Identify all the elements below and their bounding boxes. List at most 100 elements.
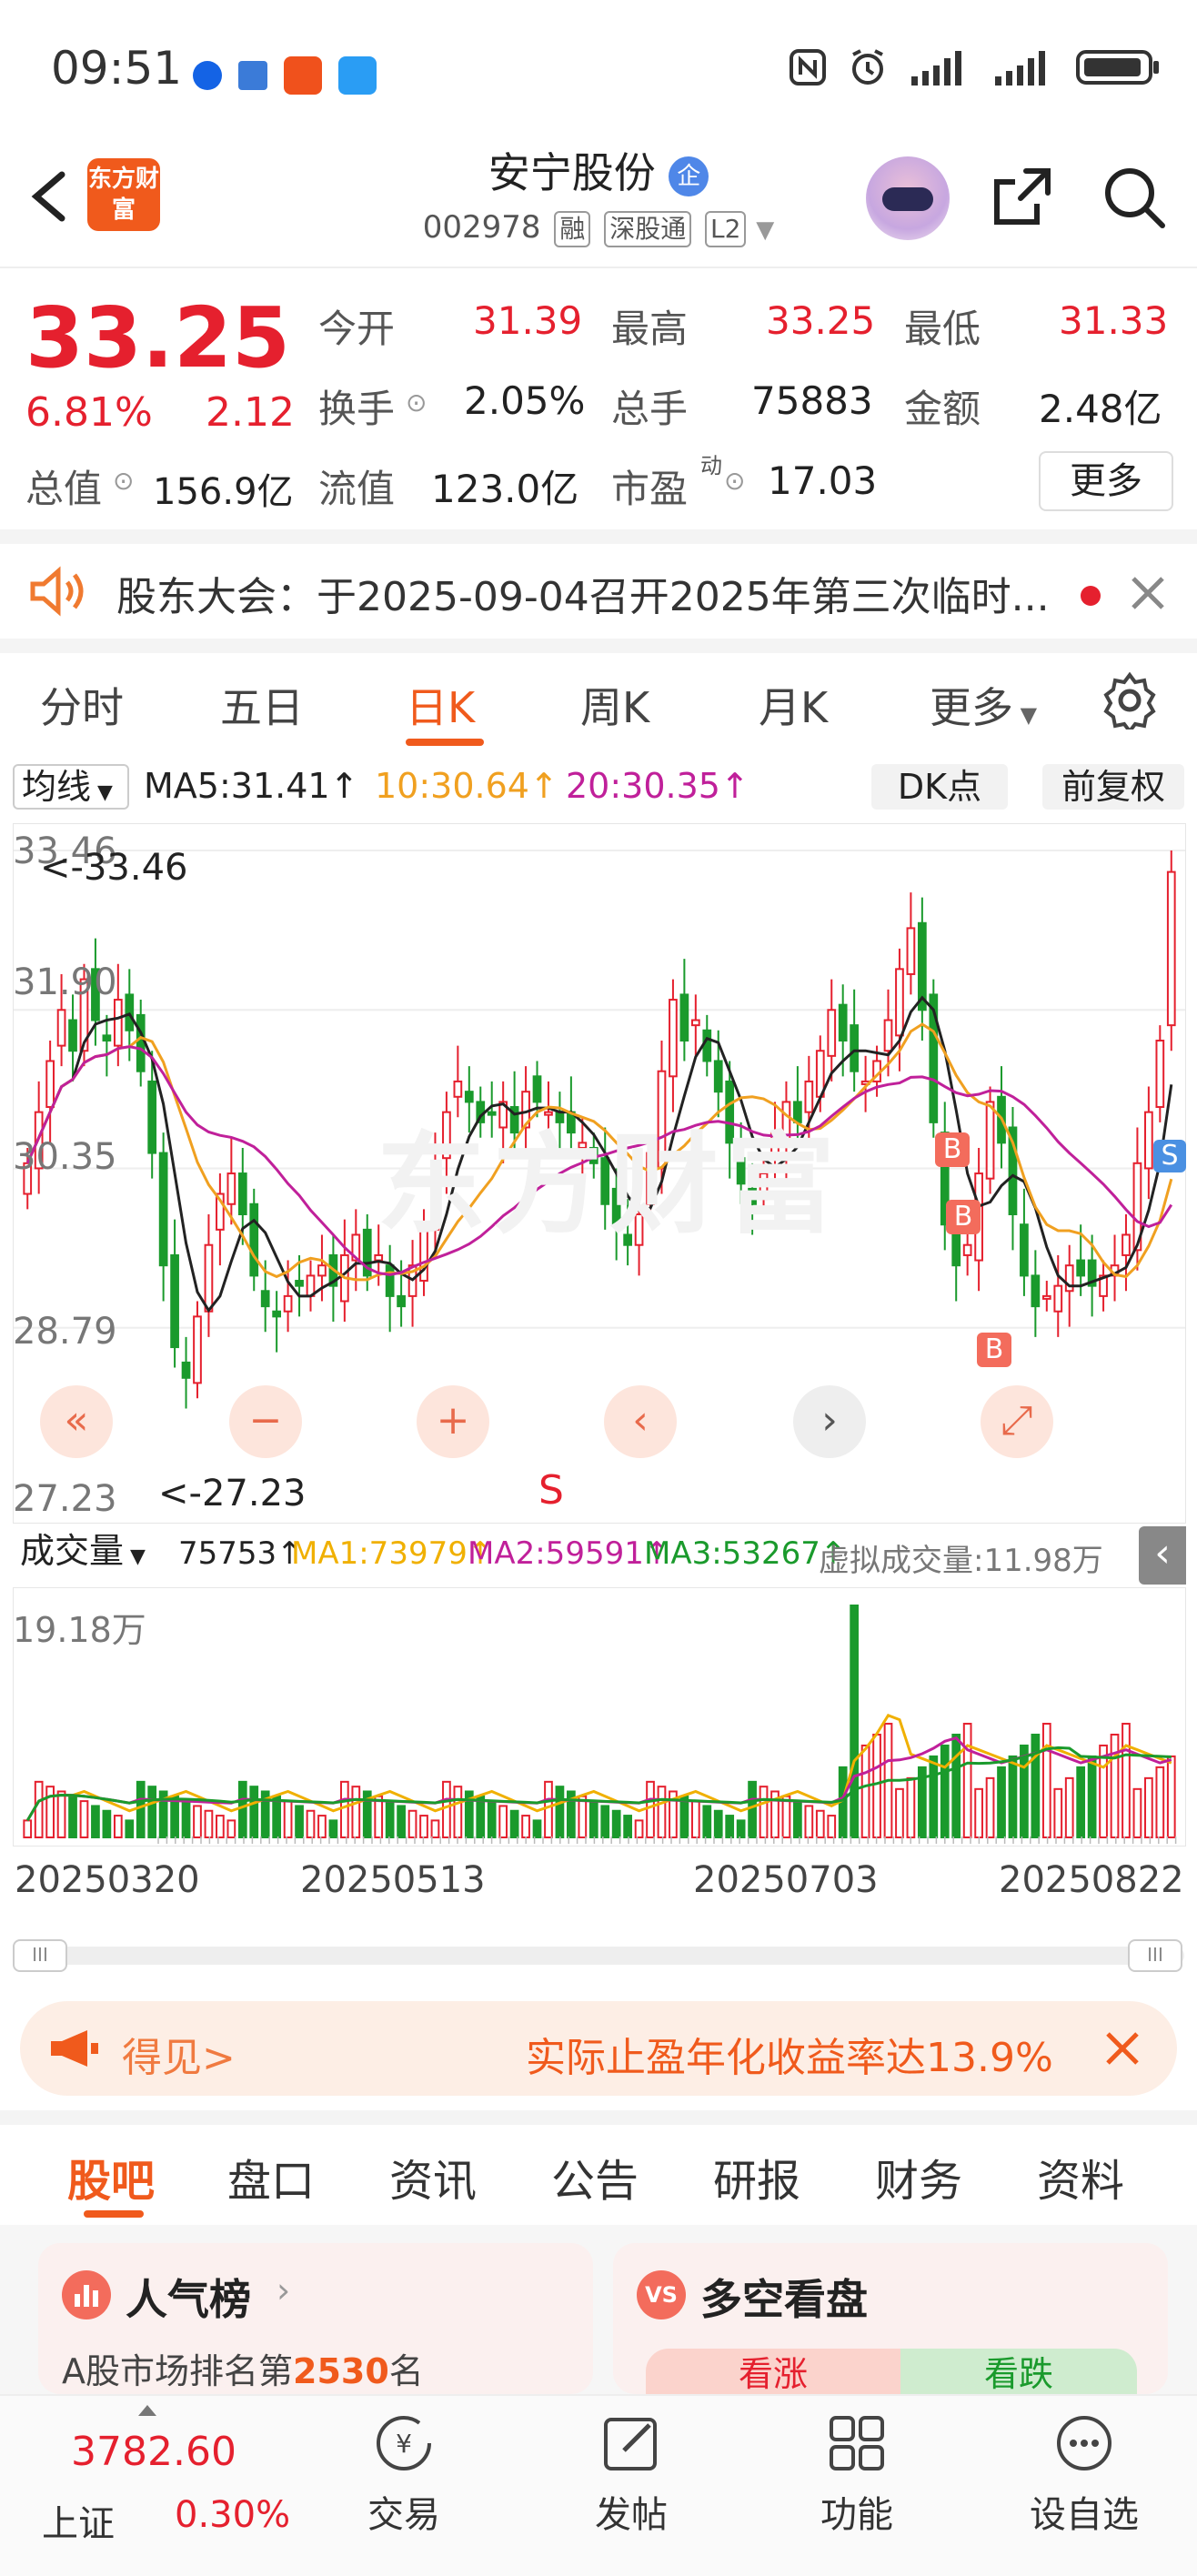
close-icon[interactable]: [1102, 2028, 1142, 2068]
adjust-button[interactable]: 前复权: [1042, 764, 1184, 810]
promo-banner[interactable]: 得见> 实际止盈年化收益率达13.9%: [20, 2001, 1177, 2096]
tab-pankou[interactable]: 盘口: [227, 2145, 315, 2209]
buy-signal-badge: B: [935, 1132, 970, 1167]
info-icon[interactable]: ⊙: [406, 387, 427, 418]
volume-bar: [646, 1780, 655, 1838]
zoom-out-button[interactable]: −: [229, 1385, 302, 1458]
more-dots-icon: [1057, 2416, 1112, 2470]
info-icon[interactable]: ⊙: [724, 466, 745, 496]
volume-svg[interactable]: [12, 1586, 1187, 1847]
volume-bar: [940, 1744, 950, 1838]
scroll-left-fast-button[interactable]: «: [40, 1385, 113, 1458]
notice-bar[interactable]: 股东大会：于2025-09-04召开2025年第三次临时...: [0, 537, 1197, 646]
range-scrollbar[interactable]: [13, 1947, 1184, 1965]
search-icon[interactable]: [1101, 164, 1168, 231]
notification-icons: [193, 56, 377, 95]
bearish-button[interactable]: 看跌: [900, 2349, 1137, 2394]
range-handle-left[interactable]: III: [13, 1939, 67, 1972]
candle-body: [1122, 1233, 1131, 1256]
volume-chart[interactable]: 19.18万: [12, 1586, 1187, 1847]
active-tab-indicator: [406, 739, 484, 746]
x-date: 20250513: [300, 1859, 486, 1901]
volume-bar: [962, 1723, 972, 1838]
zoom-in-button[interactable]: +: [417, 1385, 489, 1458]
index-value[interactable]: 3782.60: [71, 2429, 236, 2475]
volume-bar: [68, 1795, 77, 1838]
kline-tabs: 分时 五日 日K 周K 月K 更多 ▼: [0, 664, 1197, 746]
candle-body: [125, 993, 135, 1031]
volume-bar: [147, 1786, 157, 1838]
volume-bar: [125, 1819, 135, 1839]
mcap-label: 总值: [25, 467, 103, 511]
fullscreen-icon[interactable]: ⤢: [981, 1385, 1053, 1458]
kline-chart[interactable]: 东方财富 33.46 <-33.46 31.90 30.35 28.79 27.…: [12, 822, 1187, 1524]
index-change[interactable]: 0.30%: [175, 2494, 290, 2536]
nav-post[interactable]: 发帖: [558, 2410, 704, 2538]
volume-bar: [339, 1780, 349, 1838]
ma5-value: MA5:31.41↑: [144, 766, 359, 806]
ma-select[interactable]: 均线 ▼: [13, 764, 129, 810]
volume-bar: [850, 1605, 860, 1838]
volume-bar: [781, 1795, 791, 1838]
volume-bar: [295, 1805, 304, 1838]
scroll-left-button[interactable]: ‹: [604, 1385, 677, 1458]
tab-guba[interactable]: 股吧: [67, 2145, 155, 2209]
scroll-right-button[interactable]: ›: [793, 1385, 866, 1458]
volume-bar: [1122, 1723, 1131, 1838]
assistant-robot-icon[interactable]: [866, 156, 950, 240]
volume-bar: [113, 1815, 123, 1838]
volume-bar: [713, 1809, 723, 1838]
candle-body: [679, 993, 689, 1041]
volume-ma3: MA3:53267↑: [644, 1535, 847, 1572]
volume-select[interactable]: 成交量 ▼: [13, 1530, 175, 1575]
range-handle-right[interactable]: III: [1128, 1939, 1182, 1972]
volume-bar: [1155, 1766, 1165, 1838]
index-name[interactable]: 上证: [42, 2494, 115, 2547]
long-short-card[interactable]: VS 多空看盘 看涨 看跌: [613, 2243, 1168, 2394]
tab-more[interactable]: 更多 ▼: [930, 675, 1037, 735]
tab-intraday[interactable]: 分时: [40, 675, 124, 735]
volume-bar: [974, 1787, 983, 1839]
tab-five-day[interactable]: 五日: [220, 675, 304, 735]
tab-finance[interactable]: 财务: [875, 2145, 962, 2209]
chat-notify-icon: [338, 56, 377, 95]
volume-bar: [1041, 1723, 1051, 1838]
tab-daily-k[interactable]: 日K: [406, 675, 475, 735]
nav-trade-label: 交易: [367, 2494, 440, 2536]
stock-code: 002978: [422, 209, 541, 246]
collapse-panel-button[interactable]: ‹: [1139, 1526, 1186, 1585]
high-label: 最高: [611, 307, 689, 351]
candle-body: [45, 1060, 55, 1109]
volume-bar: [306, 1809, 316, 1838]
nav-add-watchlist-label: 设自选: [1030, 2494, 1139, 2536]
volume-bar: [23, 1819, 33, 1839]
dropdown-caret-icon[interactable]: ▼: [756, 216, 774, 244]
settings-gear-icon[interactable]: [1101, 671, 1159, 730]
tab-research[interactable]: 研报: [713, 2145, 800, 2209]
tab-news[interactable]: 资讯: [389, 2145, 477, 2209]
tab-announcements[interactable]: 公告: [551, 2145, 639, 2209]
candle-body: [102, 1034, 112, 1041]
volume-bar: [498, 1805, 508, 1838]
more-button[interactable]: 更多: [1039, 451, 1173, 511]
dk-point-button[interactable]: DK点: [871, 764, 1008, 810]
volume-bar: [226, 1819, 236, 1839]
info-icon[interactable]: ⊙: [113, 466, 134, 496]
nav-trade[interactable]: ¥ 交易: [331, 2410, 477, 2538]
candle-body: [283, 1294, 293, 1313]
volume-bar: [374, 1795, 384, 1838]
mcap-value: 156.9亿: [153, 471, 294, 513]
volume-bar: [1053, 1787, 1063, 1839]
popularity-card[interactable]: 人气榜 › A股市场排名第2530名: [38, 2243, 593, 2394]
tab-monthly-k[interactable]: 月K: [759, 675, 828, 735]
tab-weekly-k[interactable]: 周K: [580, 675, 649, 735]
close-icon[interactable]: [1128, 573, 1168, 613]
volume-bar: [588, 1800, 598, 1838]
share-icon[interactable]: [990, 164, 1055, 229]
app-notify-icon: [193, 61, 222, 90]
nav-functions[interactable]: 功能: [784, 2410, 930, 2538]
nav-add-watchlist[interactable]: 设自选: [1011, 2410, 1157, 2538]
bullish-button[interactable]: 看涨: [646, 2349, 900, 2394]
candle-body: [397, 1294, 406, 1308]
tab-profile[interactable]: 资料: [1037, 2145, 1124, 2209]
